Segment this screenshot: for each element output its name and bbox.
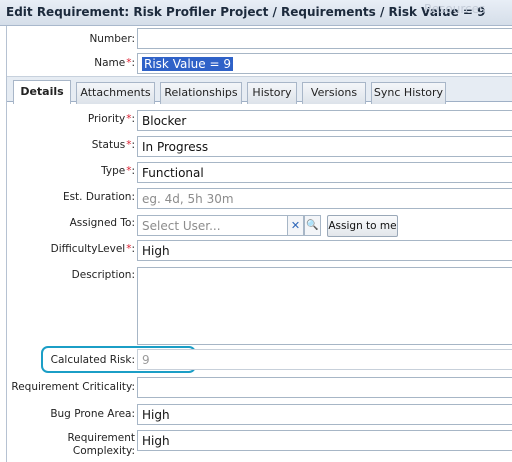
name-input-selected-text: Risk Value = 9	[142, 57, 233, 71]
description-textarea[interactable]	[137, 267, 512, 345]
tab-attachments[interactable]: Attachments	[76, 82, 155, 104]
difficulty-level-select[interactable]: High	[137, 240, 512, 261]
name-input[interactable]: Risk Value = 9	[137, 53, 512, 74]
requirement-criticality-input[interactable]	[137, 377, 512, 398]
est-duration-input[interactable]: eg. 4d, 5h 30m	[137, 188, 512, 209]
requirement-complexity-select[interactable]: High	[137, 430, 512, 451]
edit-requirement-dialog: Number: Name*: Risk Value = 9 Details At…	[6, 26, 512, 462]
bug-prone-area-label: Bug Prone Area:	[50, 408, 135, 420]
number-label: Number:	[89, 33, 135, 45]
tab-relationships[interactable]: Relationships	[160, 82, 242, 104]
number-input[interactable]	[137, 28, 512, 49]
difficulty-level-label: DifficultyLevel*:	[50, 243, 135, 255]
status-label: Status*:	[91, 139, 135, 151]
tab-versions[interactable]: Versions	[302, 82, 366, 104]
calculated-risk-field: 9	[137, 349, 512, 370]
dialog-title: Edit Requirement: Risk Profiler Project …	[6, 5, 486, 19]
assign-to-me-button[interactable]: Assign to me	[327, 215, 398, 237]
tab-details[interactable]: Details	[13, 80, 71, 104]
type-label: Type*:	[101, 165, 135, 177]
calculated-risk-label: Calculated Risk:	[50, 354, 135, 366]
type-select[interactable]: Functional	[137, 162, 512, 183]
search-user-icon[interactable]: 🔍	[304, 215, 321, 236]
bug-prone-area-select[interactable]: High	[137, 404, 512, 425]
description-label: Description:	[71, 269, 135, 281]
requirement-criticality-label: Requirement Criticality:	[11, 381, 135, 393]
tab-strip: Details Attachments Relationships Histor…	[7, 76, 512, 104]
tab-history[interactable]: History	[247, 82, 297, 104]
priority-select[interactable]: Blocker	[137, 110, 512, 131]
clear-user-icon[interactable]: ✕	[287, 215, 304, 236]
name-label: Name*:	[94, 57, 135, 69]
requirement-complexity-label: Requirement Complexity:	[67, 432, 135, 457]
est-duration-label: Est. Duration:	[62, 191, 135, 203]
assigned-to-input[interactable]: Select User...	[137, 215, 288, 236]
assigned-to-label: Assigned To:	[69, 217, 135, 229]
dialog-title-bar: Edit Requirement: Risk Profiler Project …	[0, 0, 512, 26]
priority-label: Priority*:	[87, 113, 135, 125]
tab-sync-history[interactable]: Sync History	[371, 82, 446, 104]
background-resources-tab: Resources	[424, 2, 486, 16]
status-select[interactable]: In Progress	[137, 136, 512, 157]
